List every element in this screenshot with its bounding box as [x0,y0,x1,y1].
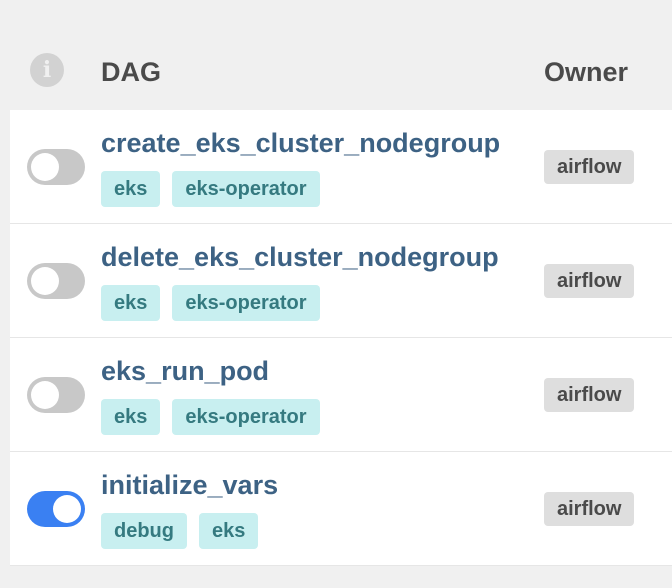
tag-badge[interactable]: eks-operator [172,285,320,321]
tag-list: eks eks-operator [101,285,320,321]
table-row: delete_eks_cluster_nodegroup eks eks-ope… [10,224,672,338]
table-header: i DAG Owner [10,40,672,110]
table-row: create_eks_cluster_nodegroup eks eks-ope… [10,110,672,224]
pause-toggle[interactable] [27,149,85,185]
tag-badge[interactable]: eks-operator [172,171,320,207]
toggle-knob [53,495,81,523]
table-row: initialize_vars debug eks airflow [10,452,672,566]
dag-link[interactable]: create_eks_cluster_nodegroup [101,128,500,159]
tag-badge[interactable]: eks [101,399,161,435]
tag-list: eks eks-operator [101,399,320,435]
column-header-dag[interactable]: DAG [101,57,161,88]
dag-link[interactable]: delete_eks_cluster_nodegroup [101,242,499,273]
dag-link[interactable]: eks_run_pod [101,356,269,387]
pause-toggle[interactable] [27,491,85,527]
dag-table: i DAG Owner create_eks_cluster_nodegroup… [10,40,672,566]
tag-list: debug eks [101,513,259,549]
table-row: eks_run_pod eks eks-operator airflow [10,338,672,452]
pause-toggle[interactable] [27,263,85,299]
dag-link[interactable]: initialize_vars [101,470,278,501]
tag-list: eks eks-operator [101,171,320,207]
tag-badge[interactable]: eks [101,171,161,207]
tag-badge[interactable]: eks-operator [172,399,320,435]
owner-badge: airflow [544,264,635,298]
tag-badge[interactable]: debug [101,513,187,549]
pause-toggle[interactable] [27,377,85,413]
toggle-knob [31,381,59,409]
owner-badge: airflow [544,492,635,526]
column-header-owner[interactable]: Owner [544,57,628,88]
dag-list-page: i DAG Owner create_eks_cluster_nodegroup… [0,0,672,588]
owner-badge: airflow [544,150,635,184]
info-icon[interactable]: i [30,53,64,87]
toggle-knob [31,153,59,181]
toggle-knob [31,267,59,295]
owner-badge: airflow [544,378,635,412]
tag-badge[interactable]: eks [199,513,259,549]
tag-badge[interactable]: eks [101,285,161,321]
